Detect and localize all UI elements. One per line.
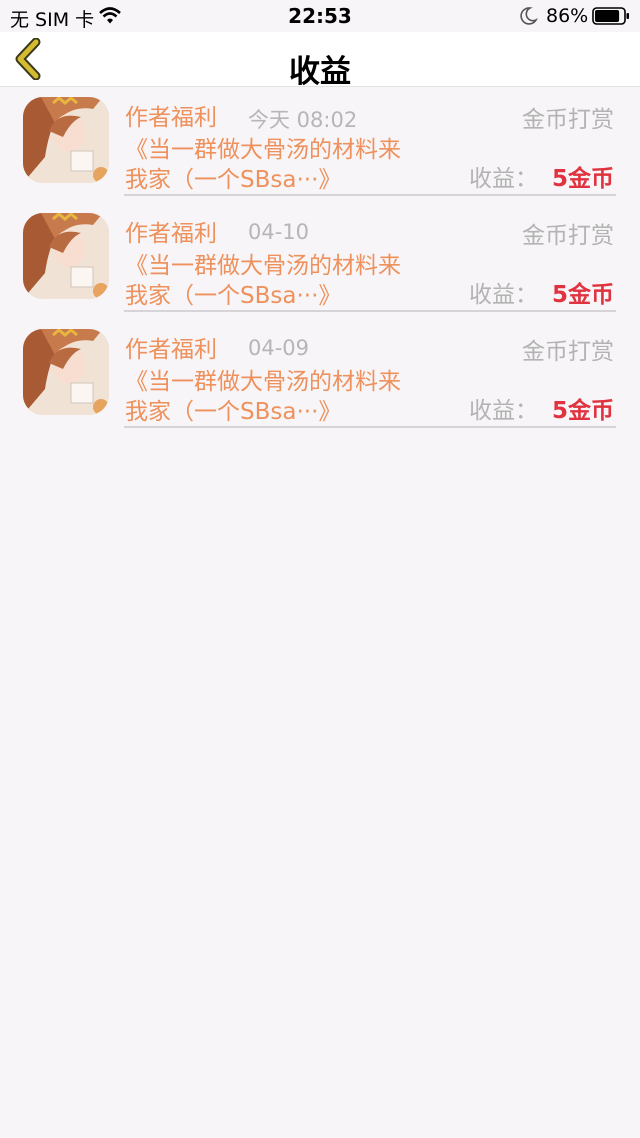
item-desc-line2: 我家（一个SBsa···》 [125, 399, 342, 425]
item-title: 作者福利 [125, 221, 217, 247]
divider [124, 310, 616, 312]
list-item[interactable]: 作者福利 今天 08:02 金币打赏 《当一群做大骨汤的材料来 我家（一个SBs… [0, 86, 640, 202]
page-title: 收益 [289, 54, 351, 90]
item-type: 金币打赏 [522, 223, 614, 249]
earnings-value: 5金币 [551, 282, 614, 308]
item-date: 04-10 [248, 220, 310, 244]
moon-icon [520, 6, 539, 30]
item-desc-line1: 《当一群做大骨汤的材料来 [125, 137, 401, 163]
earnings-list: 作者福利 今天 08:02 金币打赏 《当一群做大骨汤的材料来 我家（一个SBs… [0, 86, 640, 434]
item-desc-line2: 我家（一个SBsa···》 [125, 167, 342, 193]
item-date: 04-09 [248, 336, 310, 360]
earnings-label: 收益： [468, 282, 538, 308]
item-type: 金币打赏 [522, 339, 614, 365]
item-title: 作者福利 [125, 337, 217, 363]
list-item[interactable]: 作者福利 04-09 金币打赏 《当一群做大骨汤的材料来 我家（一个SBsa··… [0, 318, 640, 434]
item-desc-line1: 《当一群做大骨汤的材料来 [125, 253, 401, 279]
status-time: 22:53 [288, 4, 352, 28]
avatar [23, 97, 109, 183]
status-bar: 无 SIM 卡 22:53 86% [0, 0, 640, 32]
divider [124, 426, 616, 428]
earnings-label: 收益： [468, 398, 538, 424]
battery-percent: 86% [546, 5, 589, 27]
earnings-value: 5金币 [551, 398, 614, 424]
battery-icon [592, 7, 629, 25]
item-earnings: 收益： 5金币 [469, 159, 614, 193]
item-title: 作者福利 [125, 105, 217, 131]
item-earnings: 收益： 5金币 [469, 391, 614, 425]
divider [124, 194, 616, 196]
avatar [23, 329, 109, 415]
item-desc-line1: 《当一群做大骨汤的材料来 [125, 369, 401, 395]
item-type: 金币打赏 [522, 107, 614, 133]
nav-bar: 收益 [0, 32, 640, 90]
item-earnings: 收益： 5金币 [469, 275, 614, 309]
avatar [23, 213, 109, 299]
item-desc-line2: 我家（一个SBsa···》 [125, 283, 342, 309]
earnings-label: 收益： [468, 166, 538, 192]
list-item[interactable]: 作者福利 04-10 金币打赏 《当一群做大骨汤的材料来 我家（一个SBsa··… [0, 202, 640, 318]
earnings-value: 5金币 [551, 166, 614, 192]
